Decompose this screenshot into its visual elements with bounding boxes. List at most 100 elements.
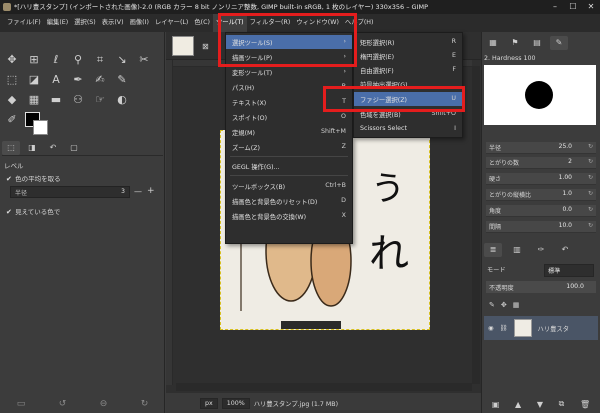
check-icon[interactable]: ✔ (6, 209, 13, 216)
delete-options-icon[interactable]: ⊖ (100, 399, 108, 409)
horizontal-scrollbar[interactable] (176, 383, 472, 391)
menu-colors[interactable]: 色(C) (191, 14, 213, 32)
decrement-icon[interactable]: — (134, 187, 142, 196)
reset-options-icon[interactable]: ↻ (141, 399, 149, 409)
fonts-tab-icon[interactable]: ⚑ (506, 36, 524, 50)
reset-icon[interactable]: ↻ (588, 222, 593, 229)
move-tool-icon[interactable]: ✥ (4, 52, 20, 68)
menu-filters[interactable]: フィルター(R) (247, 14, 294, 32)
text-tool-icon[interactable]: A (48, 72, 64, 88)
menu-item-gegl[interactable]: GEGL 操作(G)... (226, 159, 352, 173)
background-color-swatch[interactable] (33, 120, 48, 135)
unit-selector[interactable]: px (200, 397, 218, 409)
menu-edit[interactable]: 編集(E) (44, 14, 72, 32)
gradient-tool-icon[interactable]: ▦ (26, 92, 42, 108)
sample-average-option[interactable]: ✔ 色の平均を取る (6, 173, 61, 183)
menu-item-transform-tools[interactable]: 変形ツール(T) › (226, 65, 352, 79)
paintbrush-tool-icon[interactable]: ✎ (114, 72, 130, 88)
check-icon[interactable]: ✔ (6, 176, 13, 183)
menu-item-free-select[interactable]: 自由選択(F) F (354, 63, 462, 77)
mode-selector[interactable]: 標準 (544, 264, 594, 277)
reset-icon[interactable]: ↻ (588, 143, 593, 150)
chain-icon[interactable]: ⛓ (500, 324, 508, 332)
menu-tools[interactable]: ツール(T) (212, 14, 247, 32)
sample-visible-option[interactable]: ✔ 見えている色で (6, 206, 60, 216)
gradients-tab-icon[interactable]: ▤ (528, 36, 546, 50)
raise-layer-icon[interactable]: ▲ (515, 400, 521, 409)
menu-item-paths[interactable]: パス(H) B (226, 80, 352, 94)
brush-param-radius[interactable]: 半径 25.0 ↻ (486, 142, 596, 154)
warp-tool-icon[interactable]: ◪ (26, 72, 42, 88)
menu-windows[interactable]: ウィンドウ(W) (293, 14, 342, 32)
menu-item-zoom[interactable]: ズーム(Z) Z (226, 140, 352, 154)
menu-item-fuzzy-select[interactable]: ファジー選択(Z) U (354, 92, 462, 106)
patterns-tab-icon[interactable]: ▦ (484, 36, 502, 50)
menu-image[interactable]: 画像(I) (127, 14, 152, 32)
measure-tool-icon[interactable]: ↘ (114, 52, 130, 68)
menu-item-ellipse-select[interactable]: 楕円選択(E) E (354, 49, 462, 63)
visibility-eye-icon[interactable]: ◉ (488, 325, 494, 332)
reset-icon[interactable]: ↻ (588, 158, 593, 165)
unified-transform-icon[interactable]: ⬚ (4, 72, 20, 88)
dodge-burn-icon[interactable]: ◐ (114, 92, 130, 108)
tool-options-tab-icon[interactable]: ⬚ (2, 140, 20, 155)
delete-layer-icon[interactable]: 🗑 (580, 400, 590, 409)
brush-param-angle[interactable]: 角度 0.0 ↻ (486, 205, 596, 217)
reset-icon[interactable]: ↻ (588, 206, 593, 213)
lower-layer-icon[interactable]: ▼ (537, 400, 543, 409)
menu-item-text[interactable]: テキスト(X) T (226, 95, 352, 109)
menu-item-paint-tools[interactable]: 描画ツール(P) › (226, 50, 352, 64)
clone-tool-icon[interactable]: ⚇ (70, 92, 86, 108)
image-tab-thumbnail[interactable] (172, 36, 194, 56)
opacity-slider[interactable]: 不透明度 100.0 (486, 281, 596, 293)
channels-tab-icon[interactable]: ▥ (508, 243, 526, 257)
reset-icon[interactable]: ↻ (588, 190, 593, 197)
minimize-icon[interactable]: – (546, 0, 564, 14)
vertical-scrollbar[interactable] (472, 66, 480, 384)
path-tool-icon[interactable]: ✒ (70, 72, 86, 88)
duplicate-layer-icon[interactable]: ⧉ (559, 399, 565, 409)
zoom-selector[interactable]: 100% (221, 397, 250, 409)
brush-param-aspect[interactable]: とがりの縦横比 1.0 ↻ (486, 189, 596, 201)
lock-position-icon[interactable]: ✥ (501, 301, 507, 309)
bucket-fill-icon[interactable]: ◆ (4, 92, 20, 108)
color-picker-icon[interactable]: ✐ (4, 112, 20, 128)
reset-icon[interactable]: ↻ (588, 174, 593, 181)
device-status-tab-icon[interactable]: ◨ (23, 141, 41, 155)
maximize-icon[interactable]: ☐ (564, 0, 582, 14)
menu-item-foreground-select[interactable]: 前景抽出選択(G) (354, 77, 462, 91)
close-image-tab-icon[interactable]: ⊠ (202, 42, 209, 51)
increment-icon[interactable]: + (147, 186, 155, 196)
ink-tool-icon[interactable]: ✍ (92, 72, 108, 88)
layer-row[interactable]: ◉ ⛓ ハリ豊スタ (484, 316, 598, 340)
menu-item-reset-colors[interactable]: 描画色と背景色のリセット(D) D (226, 194, 352, 208)
lock-alpha-icon[interactable]: ▦ (513, 301, 520, 309)
brushes-tab-icon[interactable]: ✎ (550, 36, 568, 50)
menu-layer[interactable]: レイヤー(L) (152, 14, 191, 32)
scissors-tool-icon[interactable]: ✂ (136, 52, 152, 68)
brush-param-hardness[interactable]: 硬さ 1.00 ↻ (486, 173, 596, 185)
brush-param-spikes[interactable]: とがりの数 2 ↻ (486, 157, 596, 169)
undo-tab-icon[interactable]: ↶ (556, 243, 574, 257)
radius-spinner[interactable]: 半径 3 (10, 186, 130, 198)
menu-item-toolbox[interactable]: ツールボックス(B) Ctrl+B (226, 179, 352, 193)
menu-item-color-select[interactable]: 色域を選択(B) Shift+O (354, 107, 462, 121)
menu-view[interactable]: 表示(V) (99, 14, 127, 32)
menu-item-color-picker[interactable]: スポイト(O) O (226, 110, 352, 124)
undo-history-tab-icon[interactable]: ↶ (44, 141, 62, 155)
menu-item-measure[interactable]: 定規(M) Shift+M (226, 125, 352, 139)
align-tool-icon[interactable]: ⊞ (26, 52, 42, 68)
crop-tool-icon[interactable]: ⌗ (92, 52, 108, 68)
layer-name[interactable]: ハリ豊スタ (538, 324, 569, 333)
menu-item-rect-select[interactable]: 矩形選択(R) R (354, 35, 462, 49)
lasso-tool-icon[interactable]: ℓ (48, 52, 64, 68)
images-tab-icon[interactable]: ▢ (65, 141, 83, 155)
menu-help[interactable]: ヘルプ(H) (342, 14, 377, 32)
menu-file[interactable]: ファイル(F) (4, 14, 44, 32)
eraser-tool-icon[interactable]: ▬ (48, 92, 64, 108)
fuzzy-select-tool-icon[interactable]: ⚲ (70, 52, 86, 68)
layers-tab-icon[interactable]: ≣ (484, 243, 502, 257)
menu-item-swap-colors[interactable]: 描画色と背景色の交換(W) X (226, 209, 352, 223)
save-options-icon[interactable]: ▭ (17, 399, 26, 409)
paths-tab-icon[interactable]: ✑ (532, 243, 550, 257)
